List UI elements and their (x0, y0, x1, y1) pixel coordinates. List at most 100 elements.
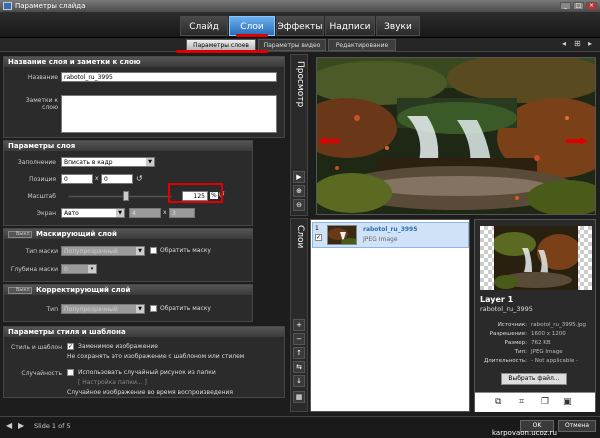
grid-icon[interactable]: ▦ (293, 391, 305, 403)
tab-slide[interactable]: Слайд (180, 16, 228, 36)
screen-height-input[interactable]: 3 (169, 208, 195, 218)
prev-slide-icon[interactable]: ◀ (6, 421, 12, 430)
replaceable-checkbox[interactable]: ✓ (67, 343, 74, 350)
layer-thumbnail (327, 225, 357, 245)
move-down-icon[interactable]: ↓ (293, 375, 305, 387)
layer-preview-image (494, 226, 578, 290)
screen-value: Авто (64, 210, 79, 217)
paste-icon[interactable]: ▣ (563, 397, 572, 407)
main-tab-bar: Слайд Слои Эффекты Надписи Звуки (0, 12, 600, 38)
move-up-icon[interactable]: ↑ (293, 347, 305, 359)
correction-invert-checkbox[interactable] (150, 305, 157, 312)
fill-label: Заполнение (17, 159, 56, 166)
invert-mask-checkbox[interactable] (150, 247, 157, 254)
cancel-button[interactable]: Отмена (558, 420, 596, 432)
slide-counter: Slide 1 of 5 (34, 422, 71, 430)
layer-visible-checkbox[interactable]: ✓ (315, 234, 322, 241)
correction-layer-panel: Корректирующий слой Выкл Тип Полупрозрач… (3, 284, 253, 322)
crop-icon[interactable]: ⌗ (519, 397, 524, 407)
copy-icon[interactable]: ❐ (541, 397, 549, 407)
arrow-right-annotation-icon (566, 137, 588, 145)
minimize-button[interactable]: _ (560, 2, 571, 10)
play-icon[interactable]: ▶ (293, 171, 305, 183)
remove-layer-icon[interactable]: − (293, 333, 305, 345)
maximize-button[interactable]: □ (573, 2, 584, 10)
notes-label: Заметки к слою (25, 97, 58, 111)
subtab-editing[interactable]: Редактирование (328, 39, 396, 51)
layer-info-panel: Layer 1 rabotol_ru_3995 Источник: raboto… (474, 219, 596, 412)
correction-type-dropdown[interactable]: Полупрозрачный ▼ (61, 304, 145, 314)
mask-type-dropdown[interactable]: Полупрозрачный ▼ (61, 246, 145, 256)
choose-file-button[interactable]: Выбрать файл... (501, 373, 567, 385)
prev-arrow-icon[interactable]: ◂ (562, 39, 566, 48)
size-value: 762 KB (531, 340, 551, 346)
watermark-text: karpovaon.ucoz.ru (492, 429, 557, 437)
tab-captions[interactable]: Надписи (325, 16, 375, 36)
next-slide-icon[interactable]: ▶ (18, 421, 24, 430)
layer-preview-photo (494, 226, 578, 290)
layer-notes-textarea[interactable] (61, 95, 277, 133)
edit-image-icon[interactable]: ⧉ (495, 397, 501, 407)
duration-label: Длительность: (483, 358, 527, 364)
screen-width-input[interactable]: 4 (129, 208, 161, 218)
annotation-arrow-left (318, 137, 340, 145)
style-params-panel: Параметры стиля и шаблона Стиль и шаблон… (3, 326, 285, 398)
resolution-value: 1600 x 1200 (531, 331, 566, 337)
layer-name-input[interactable]: rabotol_ru_3995 (61, 72, 277, 82)
zoom-in-icon[interactable]: ⊕ (293, 185, 305, 197)
mask-depth-value: 0 (64, 266, 68, 273)
chevron-down-icon: ▼ (136, 305, 144, 313)
app-icon (3, 2, 12, 10)
style-params-header: Параметры стиля и шаблона (4, 327, 284, 337)
chevron-down-icon: ▼ (116, 209, 124, 217)
tab-layers[interactable]: Слои (229, 16, 275, 36)
tab-effects[interactable]: Эффекты (276, 16, 324, 36)
layout-icon[interactable]: ⊞ (574, 39, 581, 48)
screen-dropdown[interactable]: Авто ▼ (61, 208, 125, 218)
fill-value: Вписать в кадр (64, 159, 113, 166)
swap-icon[interactable]: ⇆ (293, 361, 305, 373)
subtab-video-params[interactable]: Параметры видео (258, 39, 326, 51)
layer-name-panel: Название слоя и заметки к слою Название … (3, 56, 285, 138)
position-y-input[interactable]: 0 (101, 174, 133, 184)
next-arrow-icon[interactable]: ▸ (588, 39, 592, 48)
fill-dropdown[interactable]: Вписать в кадр ▼ (61, 157, 155, 167)
preview-image[interactable] (316, 57, 596, 215)
preview-label: Просмотр (295, 61, 305, 108)
folder-settings-link[interactable]: [ Настройка папки... ] (78, 379, 147, 386)
add-layer-icon[interactable]: + (293, 319, 305, 331)
mask-toggle-label: Выкл (16, 231, 30, 237)
annotation-underline-tab (236, 34, 268, 37)
screen-separator: x (163, 209, 167, 216)
reset-position-icon[interactable]: ↺ (136, 174, 143, 183)
correction-layer-toggle[interactable]: Выкл (8, 287, 32, 294)
mask-layer-toggle[interactable]: Выкл (8, 231, 32, 238)
scale-slider-thumb[interactable] (123, 191, 129, 201)
correction-toggle-label: Выкл (16, 287, 30, 293)
source-value: rabotol_ru_3995.jpg (531, 322, 587, 328)
info-toolbar: ⧉ ⌗ ❐ ▣ (475, 392, 595, 412)
duration-value: - Not applicable - (531, 358, 579, 364)
scale-slider-track[interactable] (68, 195, 172, 198)
tab-sounds[interactable]: Звуки (376, 16, 420, 36)
layers-list: 1 ✓ rabotol_ru_3995 JPEG Image (310, 219, 470, 412)
window-title: Параметры слайда (15, 2, 86, 10)
resolution-label: Разрешение: (489, 331, 527, 337)
title-bar: Параметры слайда _ □ × (0, 0, 600, 12)
layers-sidebar: Слои + − ↑ ⇆ ↓ ▦ (290, 218, 308, 412)
position-label: Позиция (29, 176, 56, 183)
close-button[interactable]: × (586, 2, 597, 10)
use-random-checkbox[interactable] (67, 369, 74, 376)
mask-depth-input[interactable]: 0 ▾ (61, 264, 97, 274)
layers-label: Слои (295, 225, 305, 249)
screen-label: Экран (36, 210, 56, 217)
zoom-out-icon[interactable]: ⊖ (293, 199, 305, 211)
position-x-input[interactable]: 0 (61, 174, 93, 184)
layer-thumb-photo (328, 226, 356, 244)
type-label: Тип: (514, 349, 527, 355)
waterfall-photo (317, 58, 595, 214)
layer-preview-checker (480, 226, 592, 290)
layer-row[interactable]: 1 ✓ rabotol_ru_3995 JPEG Image (312, 222, 469, 248)
mask-type-value: Полупрозрачный (64, 248, 118, 255)
layer-name-header: Название слоя и заметки к слою (4, 57, 284, 67)
